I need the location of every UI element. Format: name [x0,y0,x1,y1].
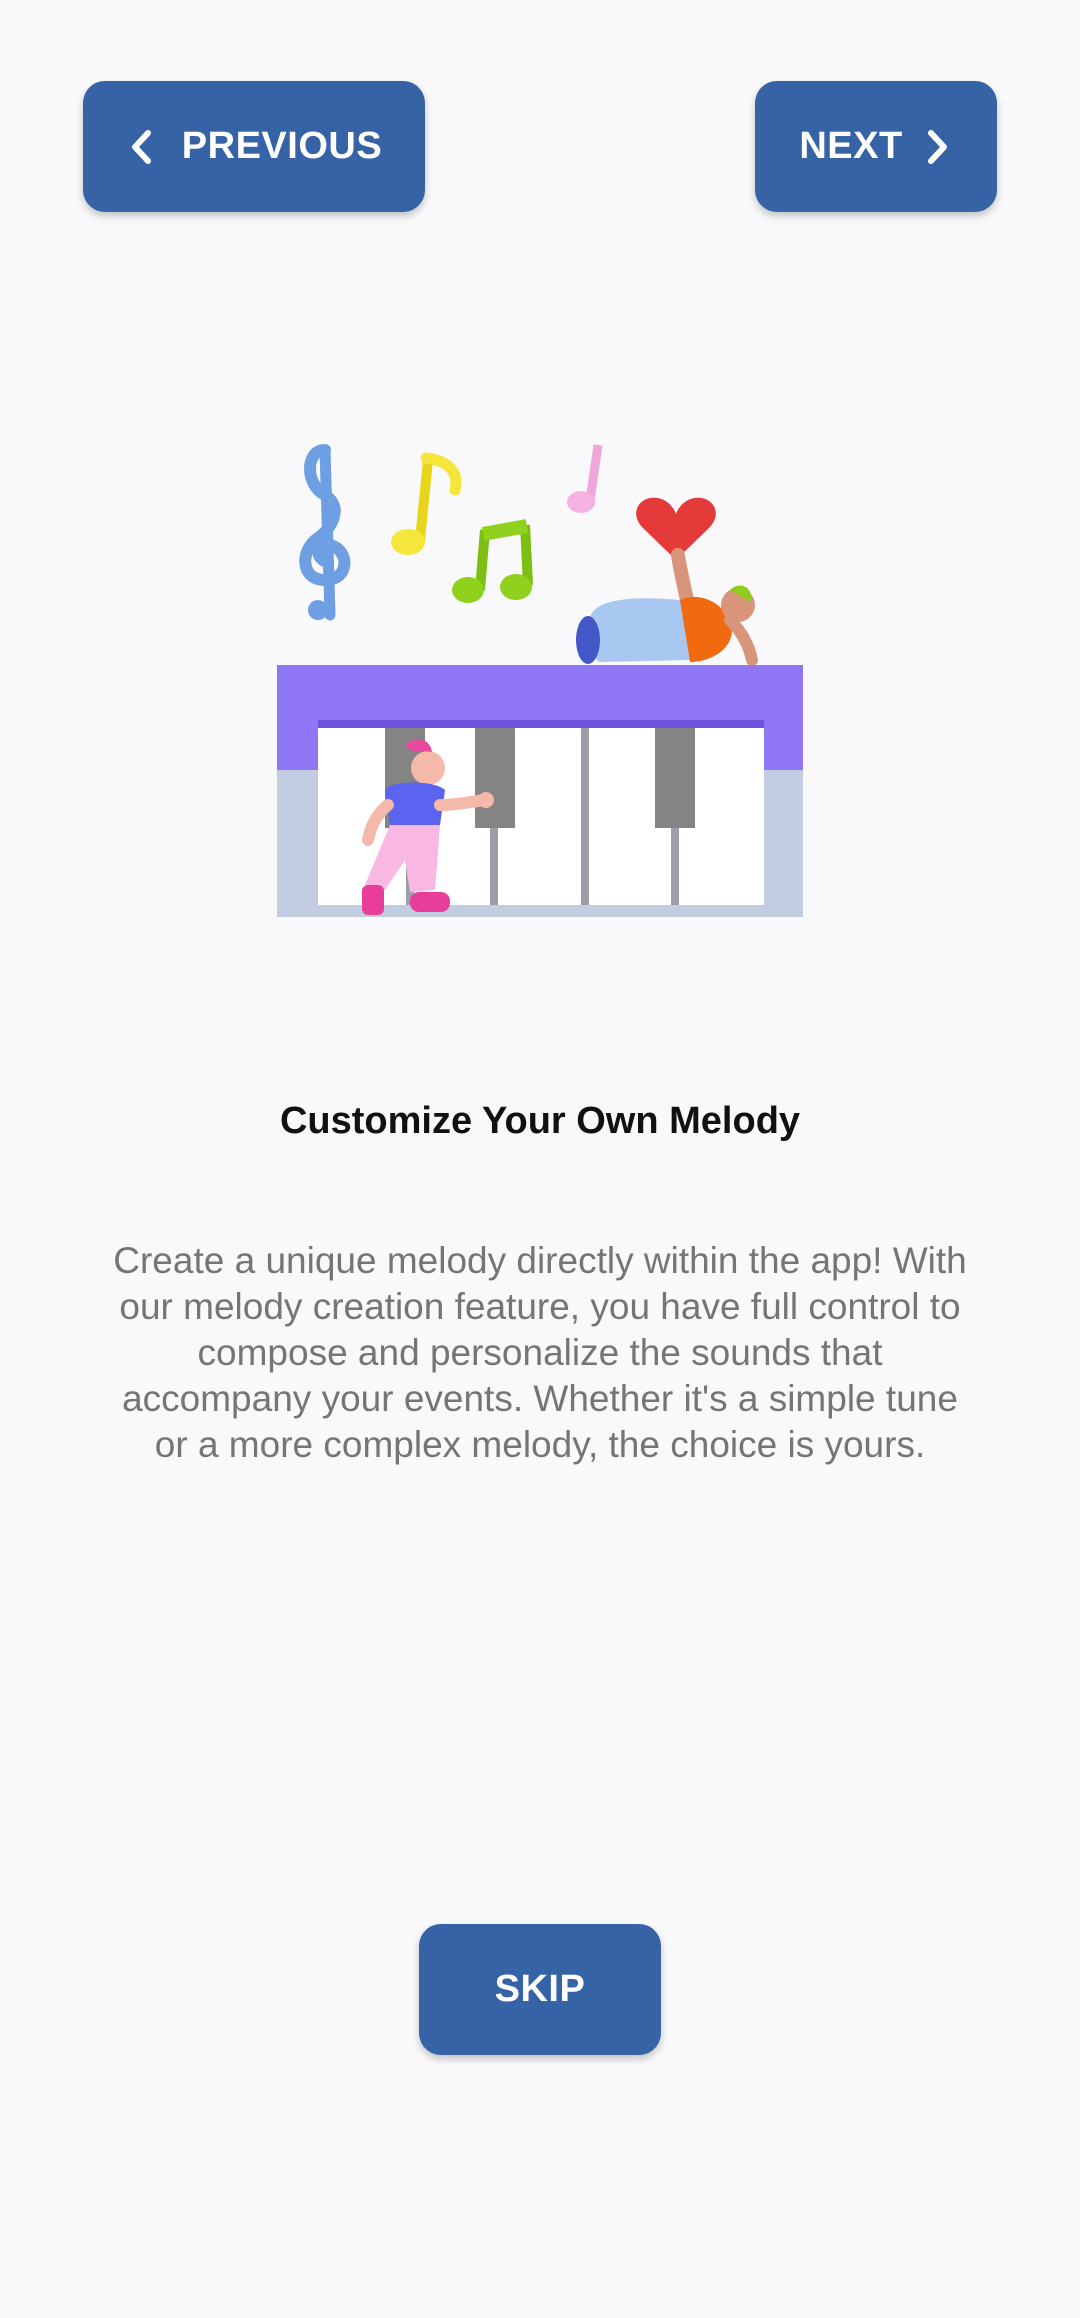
previous-button-label: PREVIOUS [181,125,383,167]
skip-button-label: SKIP [494,1968,586,2010]
lying-person-figure [576,548,758,666]
previous-button[interactable]: PREVIOUS [83,81,425,212]
piano [277,665,803,917]
piano-music-illustration [277,444,803,917]
chevron-right-icon [927,129,947,164]
next-button[interactable]: NEXT [755,81,997,212]
treble-clef-icon [299,444,351,621]
skip-button[interactable]: SKIP [419,1924,661,2055]
small-note-icon [567,444,603,513]
page-title: Customize Your Own Melody [279,1100,801,1142]
double-note-icon [452,519,533,603]
chevron-left-icon [131,129,151,164]
page-description: Create a unique melody directly within t… [113,1240,967,1465]
next-button-label: NEXT [799,125,903,167]
eighth-note-icon [391,452,462,555]
